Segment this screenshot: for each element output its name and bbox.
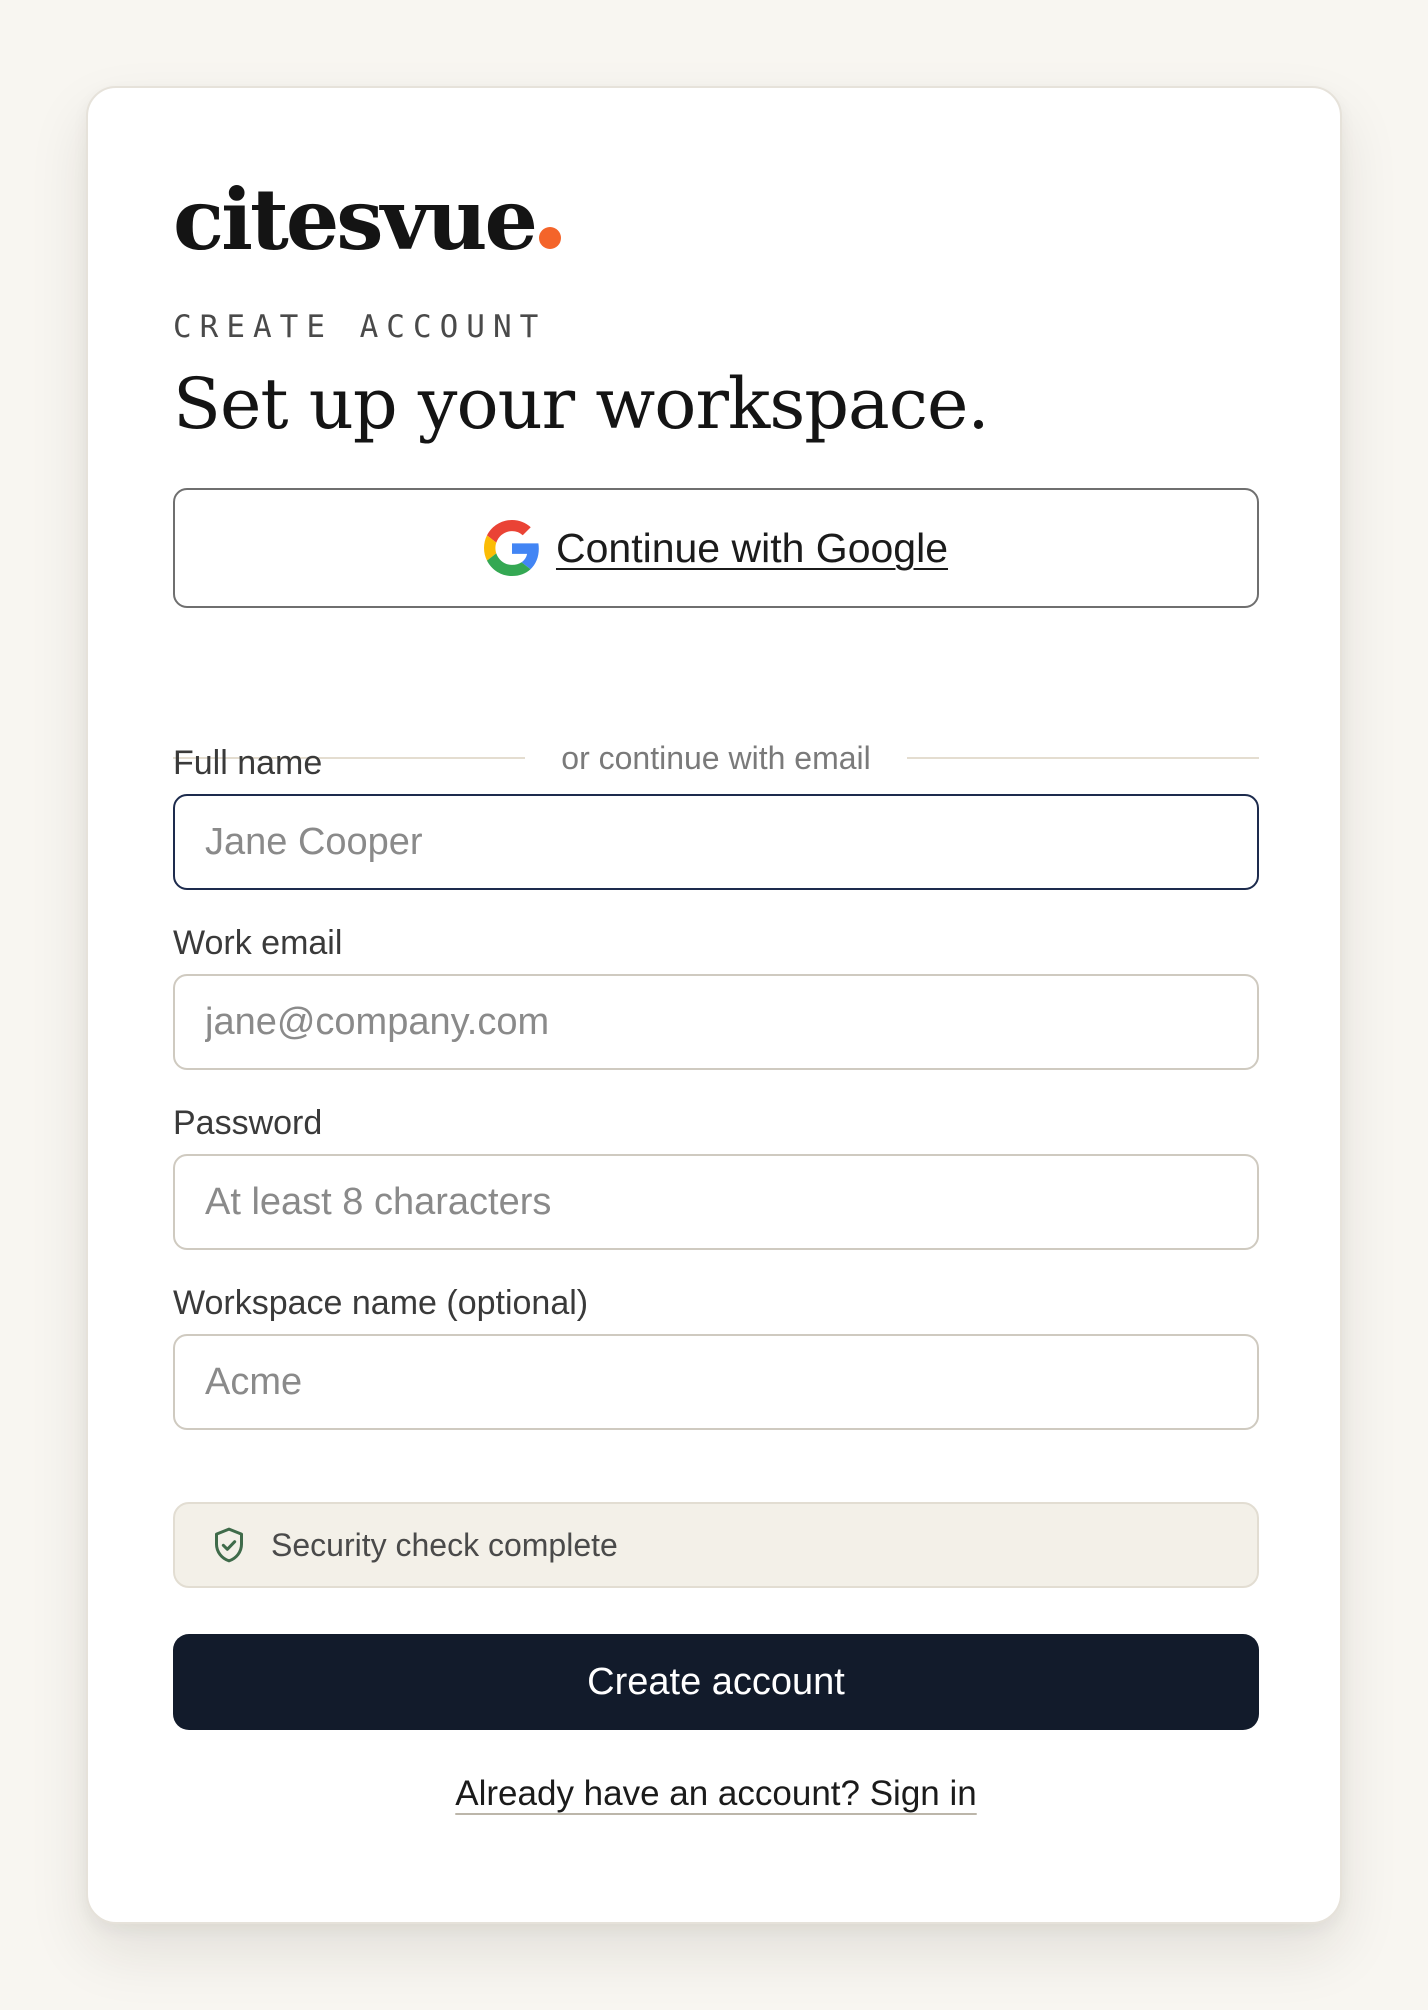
shield-check-icon xyxy=(215,1527,243,1563)
eyebrow-label: CREATE ACCOUNT xyxy=(173,309,547,345)
work-email-label: Work email xyxy=(173,924,343,962)
signup-card: citesvue CREATE ACCOUNT Set up your work… xyxy=(86,86,1342,1924)
sign-in-link[interactable]: Already have an account? Sign in xyxy=(455,1774,976,1813)
continue-with-google-button[interactable]: Continue with Google xyxy=(173,488,1259,608)
brand-logo: citesvue xyxy=(173,178,1259,278)
create-account-button[interactable]: Create account xyxy=(173,1634,1259,1730)
page-title: Set up your workspace. xyxy=(173,363,990,445)
security-check-status: Security check complete xyxy=(173,1502,1259,1588)
brand-dot xyxy=(538,227,561,249)
brand-name: citesvue xyxy=(173,170,538,269)
workspace-name-input[interactable] xyxy=(173,1334,1259,1430)
password-input[interactable] xyxy=(173,1154,1259,1250)
full-name-label: Full name xyxy=(173,744,323,782)
google-g-icon xyxy=(483,520,539,576)
full-name-input[interactable] xyxy=(173,794,1259,890)
password-label: Password xyxy=(173,1104,323,1142)
google-button-label: Continue with Google xyxy=(555,524,949,571)
work-email-input[interactable] xyxy=(173,974,1259,1070)
security-check-text: Security check complete xyxy=(271,1526,618,1563)
workspace-name-label: Workspace name (optional) xyxy=(173,1284,589,1322)
signin-row: Already have an account? Sign in xyxy=(173,1774,1259,1824)
